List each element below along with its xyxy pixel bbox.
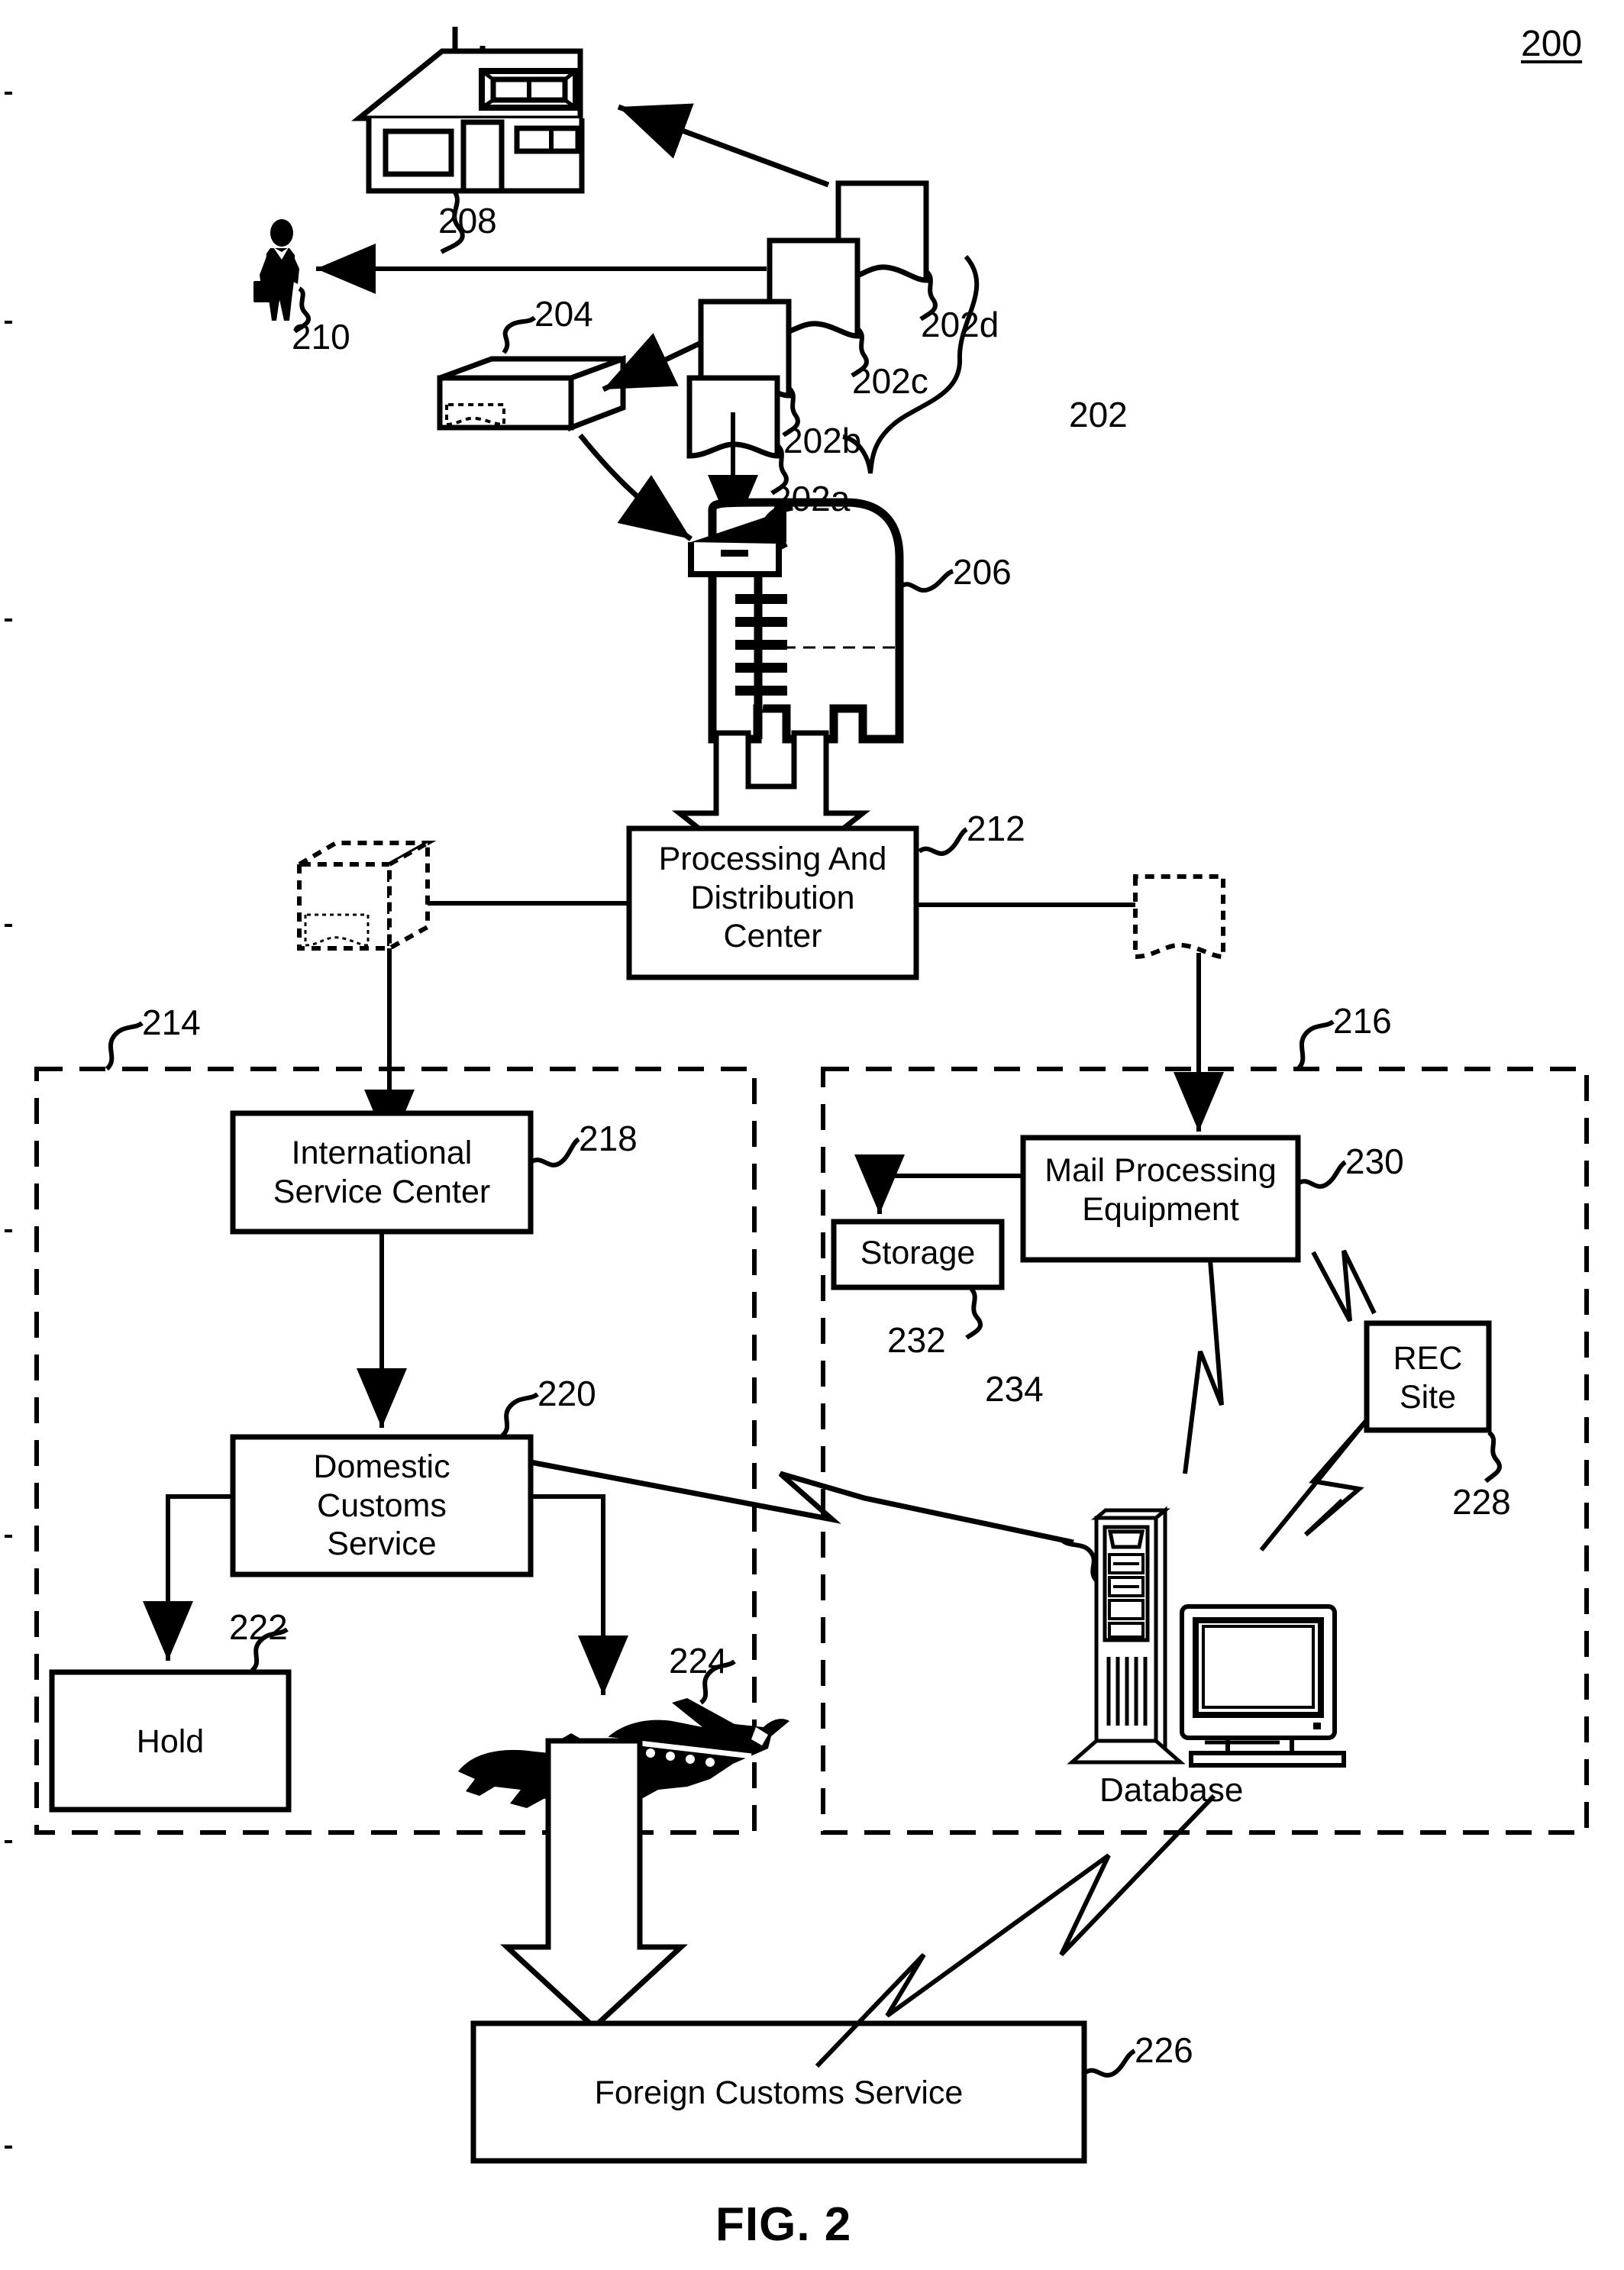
leader-216 (1296, 1019, 1335, 1071)
leader-230 (1296, 1160, 1347, 1189)
ref-202d: 202d (921, 305, 999, 344)
fcs-line-1: Foreign Customs Service (594, 2075, 964, 2111)
foreign-customs-service-label: Foreign Customs Service (473, 2074, 1084, 2113)
storage-line-1: Storage (860, 1235, 976, 1271)
ref-232: 232 (887, 1320, 946, 1360)
package-icon (388, 354, 626, 432)
ref-202: 202 (1069, 395, 1128, 434)
ref-204: 204 (534, 294, 593, 334)
dashed-package-icon (290, 838, 437, 953)
ref-218: 218 (579, 1119, 638, 1158)
page-margin-marks (5, 92, 12, 2149)
ref-226: 226 (1135, 2030, 1193, 2070)
ref-202c: 202c (852, 361, 928, 401)
rec-site-label: REC Site (1367, 1339, 1489, 1416)
isc-line-1: International (291, 1135, 473, 1171)
person-icon (253, 219, 299, 321)
ref-212: 212 (967, 809, 1025, 848)
processing-center-line-3: Center (723, 918, 822, 955)
figure-caption: FIG. 2 (715, 2198, 852, 2251)
domestic-customs-service-label: Domestic Customs Service (233, 1448, 531, 1564)
mpe-line-2: Equipment (1082, 1190, 1239, 1228)
mail-processing-equipment-label: Mail Processing Equipment (1023, 1151, 1298, 1229)
ref-208: 208 (438, 201, 497, 241)
leader-212 (918, 827, 968, 856)
patent-figure-page: 200 208 210 204 202d 202c 202b 202a 202 … (0, 0, 1624, 2270)
zigzag-mpe-to-rec (1311, 1249, 1377, 1322)
house-icon (351, 27, 585, 194)
rec-site-line-2: Site (1399, 1378, 1457, 1416)
computer-icon (1180, 1604, 1346, 1768)
zigzag-dcs-to-database (530, 1459, 1074, 1545)
arrow-package-to-mailbox (578, 433, 693, 541)
ref-220: 220 (538, 1374, 596, 1413)
ref-202a: 202a (772, 479, 851, 518)
leader-226 (1083, 2049, 1136, 2078)
dashed-envelope-icon (1133, 874, 1225, 960)
arrow-dcs-to-aircraft (531, 1494, 628, 1695)
arrow-dcs-to-hold (143, 1494, 233, 1661)
zigzag-mpe-to-database (1183, 1259, 1224, 1474)
international-service-center-label: International Service Center (233, 1134, 531, 1211)
ref-210: 210 (292, 317, 350, 357)
arrow-envelopes-to-house (617, 103, 830, 188)
ref-206: 206 (953, 552, 1012, 592)
leader-228 (1484, 1430, 1502, 1484)
storage-label: Storage (834, 1234, 1002, 1273)
zigzag-rec-to-computer (1303, 1419, 1369, 1537)
mpe-line-1: Mail Processing (1044, 1152, 1277, 1189)
processing-center-line-2: Distribution (690, 879, 855, 916)
leader-218 (529, 1137, 580, 1167)
isc-line-2: Service Center (273, 1173, 491, 1210)
ref-202b: 202b (783, 421, 862, 460)
database-caption: Database (1099, 1771, 1244, 1809)
ref-222: 222 (229, 1607, 288, 1647)
leader-232 (965, 1287, 983, 1340)
ref-224: 224 (669, 1641, 728, 1681)
dcs-line-1: Domestic (313, 1448, 450, 1485)
leader-214 (105, 1021, 144, 1071)
dcs-line-2: Customs (317, 1487, 447, 1524)
ref-230: 230 (1345, 1141, 1404, 1181)
processing-center-line-1: Processing And (658, 841, 887, 877)
leader-234 (1061, 1539, 1099, 1582)
leader-204 (502, 315, 537, 354)
dcs-line-3: Service (327, 1526, 437, 1563)
leader-206 (899, 569, 954, 593)
hold-line-1: Hold (136, 1723, 205, 1760)
ref-234: 234 (985, 1369, 1044, 1409)
processing-center-label: Processing And Distribution Center (629, 840, 916, 956)
hold-label: Hold (52, 1723, 289, 1761)
ref-228: 228 (1452, 1482, 1511, 1522)
ref-214: 214 (142, 1003, 201, 1042)
ref-216: 216 (1333, 1001, 1392, 1041)
rec-site-line-1: REC (1393, 1340, 1463, 1377)
figure-number-label: 200 (1521, 24, 1583, 64)
leader-220 (500, 1392, 539, 1438)
arrow-mpe-to-storage (854, 1154, 1023, 1214)
